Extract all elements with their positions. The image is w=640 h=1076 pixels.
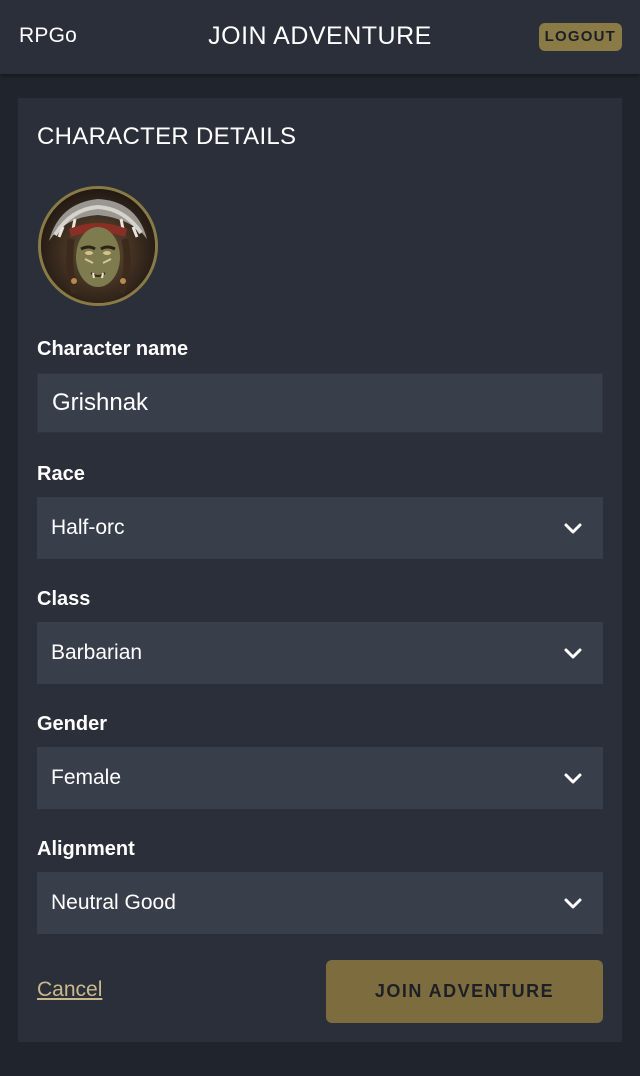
logout-button[interactable]: LOGOUT (538, 23, 622, 51)
character-avatar[interactable] (38, 186, 158, 306)
race-select-value: Half-orc (51, 516, 125, 539)
chevron-down-icon (564, 898, 582, 909)
chevron-down-icon (564, 648, 582, 659)
chevron-down-icon (564, 773, 582, 784)
race-select[interactable]: Half-orc (37, 497, 603, 559)
chevron-down-icon (564, 523, 582, 534)
character-name-input[interactable]: Grishnak (37, 373, 603, 433)
class-select[interactable]: Barbarian (37, 622, 603, 684)
class-label: Class (37, 588, 91, 610)
class-select-value: Barbarian (51, 641, 143, 664)
character-portrait-icon (41, 189, 155, 303)
gender-label: Gender (37, 713, 108, 735)
gender-select-value: Female (51, 766, 122, 789)
character-name-label: Character name (37, 338, 189, 360)
alignment-select[interactable]: Neutral Good (37, 872, 603, 934)
character-details-card: CHARACTER DETAILS Character name Grishna… (18, 98, 622, 1042)
gender-select[interactable]: Female (37, 747, 603, 809)
join-adventure-button[interactable]: JOIN ADVENTURE (326, 960, 603, 1023)
alignment-select-value: Neutral Good (51, 891, 176, 914)
race-label: Race (37, 463, 85, 485)
cancel-link[interactable]: Cancel (37, 978, 102, 1002)
top-bar: RPGo JOIN ADVENTURE LOGOUT (0, 0, 640, 74)
section-title: CHARACTER DETAILS (37, 123, 297, 150)
alignment-label: Alignment (37, 838, 135, 860)
